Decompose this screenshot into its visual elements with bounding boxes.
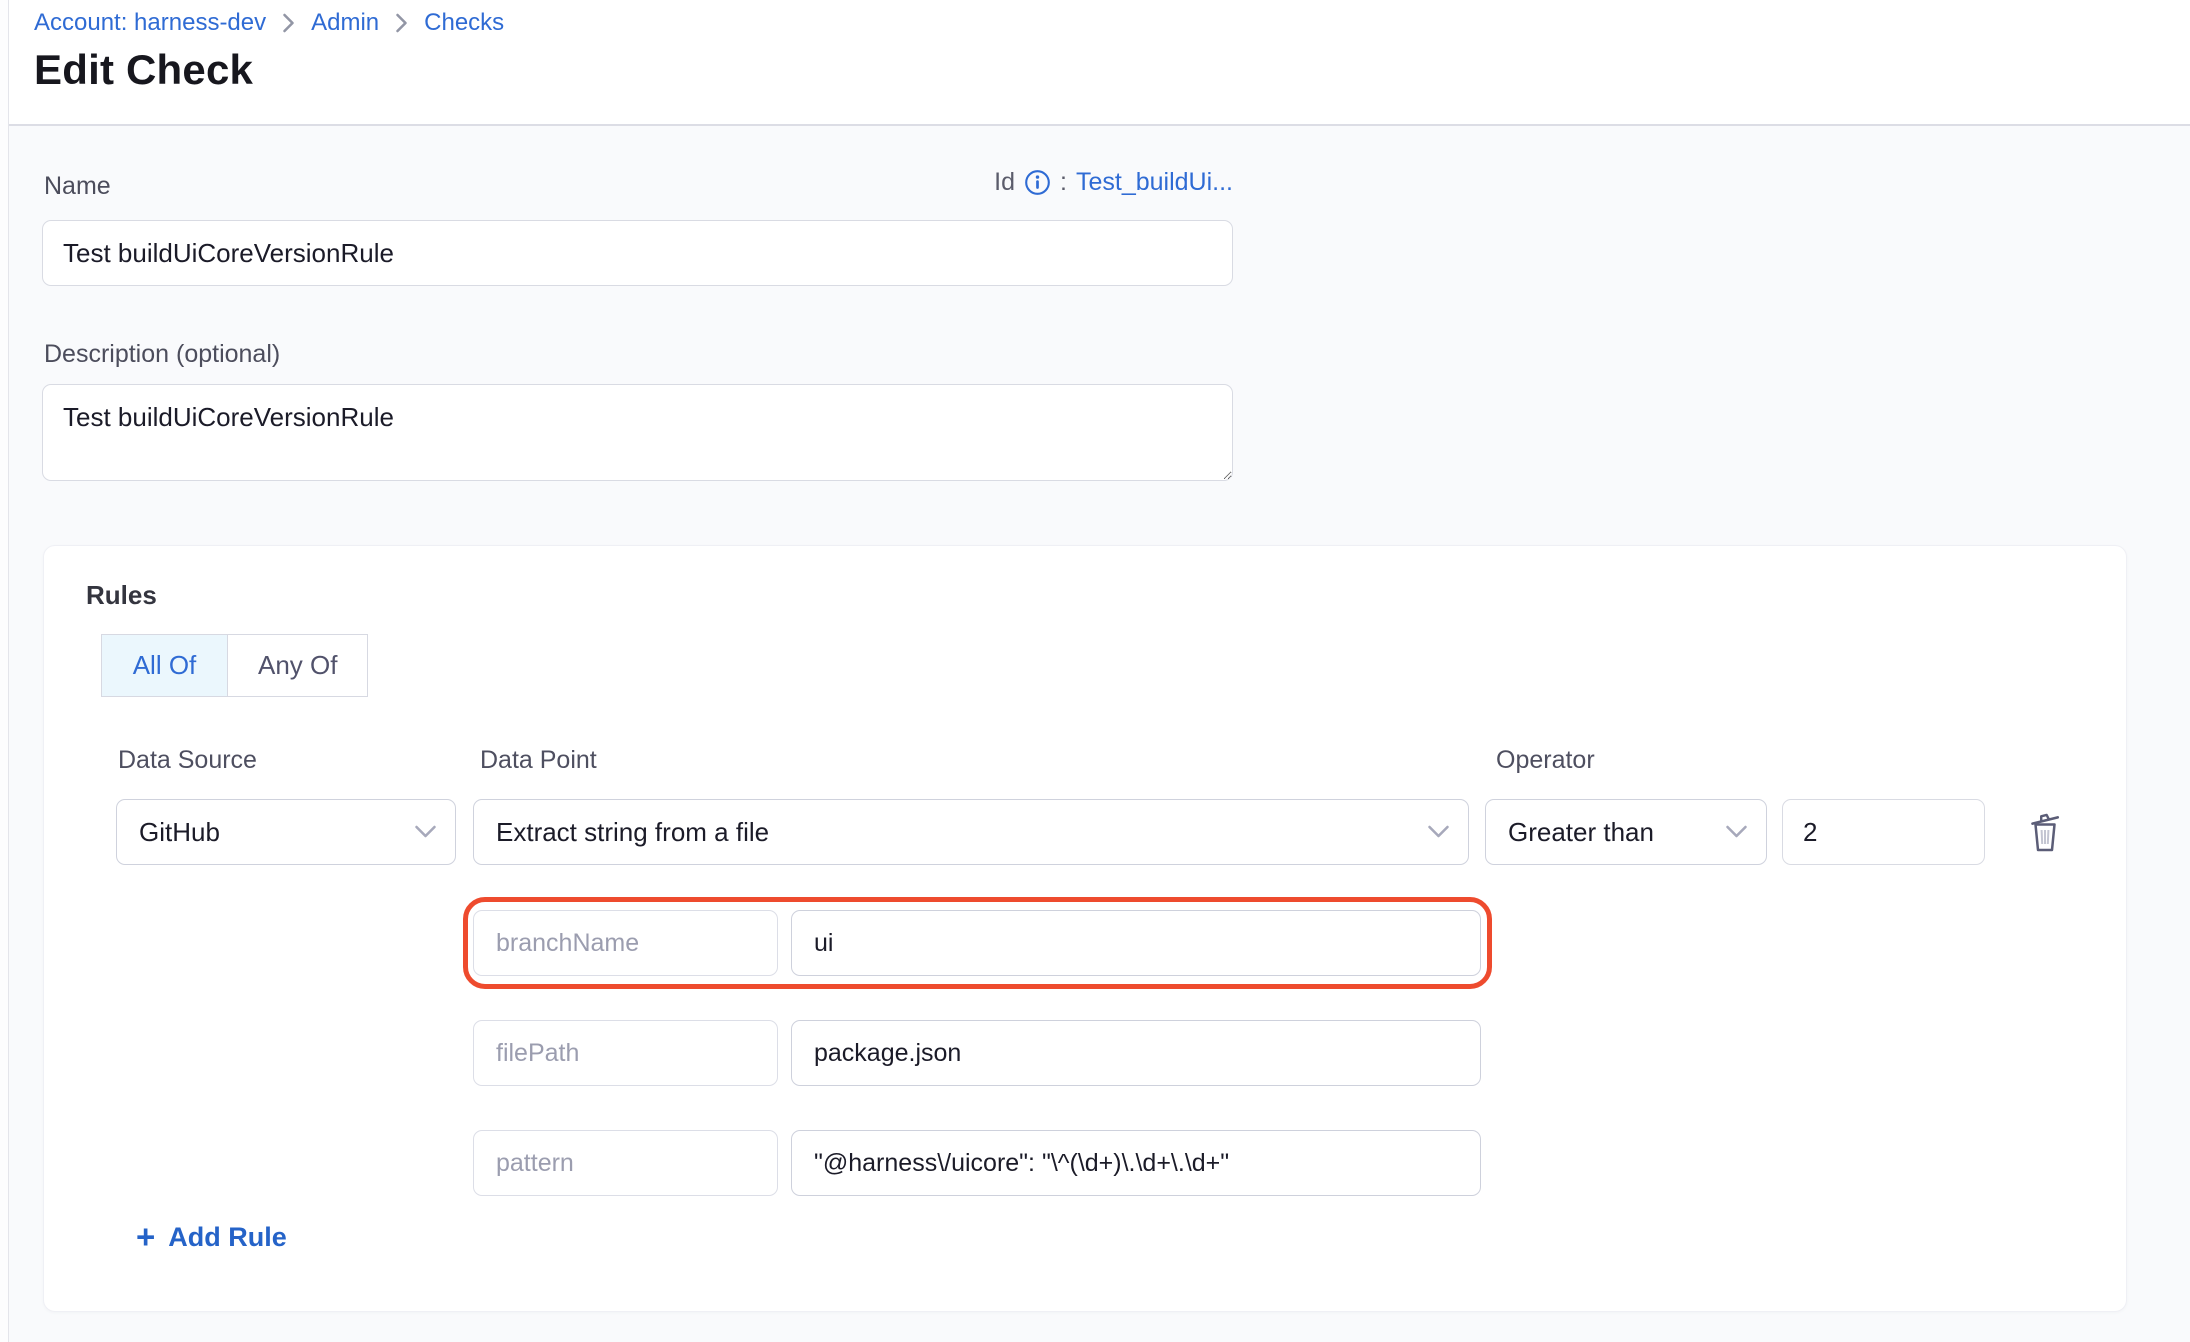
- name-input[interactable]: [42, 220, 1233, 286]
- id-row: Id : Test_buildUi...: [994, 168, 1233, 197]
- info-icon[interactable]: [1024, 169, 1051, 196]
- operator-value-input[interactable]: [1782, 799, 1985, 865]
- chevron-right-separator-icon: [395, 12, 408, 34]
- plus-icon: +: [136, 1220, 155, 1253]
- pattern-key-box: pattern: [473, 1130, 778, 1196]
- chevron-down-icon: [1427, 825, 1450, 840]
- name-label: Name: [44, 172, 111, 201]
- id-colon: :: [1060, 168, 1067, 197]
- page-title: Edit Check: [34, 46, 253, 94]
- trash-icon: [2026, 810, 2064, 854]
- data-source-select[interactable]: GitHub: [116, 799, 456, 865]
- left-gutter: [0, 0, 9, 1342]
- branch-name-value-input[interactable]: [791, 910, 1481, 976]
- add-rule-label: Add Rule: [168, 1222, 287, 1253]
- rules-title: Rules: [86, 580, 157, 611]
- rules-panel: Rules All Of Any Of Data Source Data Poi…: [43, 545, 2127, 1312]
- pattern-value-input[interactable]: [791, 1130, 1481, 1196]
- check-id-link[interactable]: Test_buildUi...: [1076, 168, 1233, 197]
- add-rule-button[interactable]: + Add Rule: [136, 1222, 287, 1253]
- operator-selected-value: Greater than: [1508, 817, 1654, 848]
- chevron-down-icon: [1725, 825, 1748, 840]
- file-path-value-input[interactable]: [791, 1020, 1481, 1086]
- breadcrumb: Account: harness-dev Admin Checks: [34, 9, 504, 37]
- id-label: Id: [994, 168, 1015, 197]
- breadcrumb-checks-link[interactable]: Checks: [424, 9, 504, 37]
- file-path-key-box: filePath: [473, 1020, 778, 1086]
- description-label: Description (optional): [44, 340, 280, 369]
- all-of-toggle-button[interactable]: All Of: [101, 634, 228, 697]
- data-point-select[interactable]: Extract string from a file: [473, 799, 1469, 865]
- description-textarea[interactable]: Test buildUiCoreVersionRule: [42, 384, 1233, 481]
- delete-rule-button[interactable]: [2019, 804, 2071, 860]
- page-header: Account: harness-dev Admin Checks Edit C…: [9, 0, 2190, 126]
- rules-match-toggle: All Of Any Of: [101, 634, 368, 697]
- chevron-down-icon: [414, 825, 437, 840]
- branch-name-key-box: branchName: [473, 910, 778, 976]
- data-point-column-label: Data Point: [480, 746, 597, 775]
- operator-column-label: Operator: [1496, 746, 1595, 775]
- breadcrumb-account-link[interactable]: Account: harness-dev: [34, 9, 266, 37]
- any-of-toggle-button[interactable]: Any Of: [228, 634, 368, 697]
- breadcrumb-admin-link[interactable]: Admin: [311, 9, 379, 37]
- operator-select[interactable]: Greater than: [1485, 799, 1767, 865]
- chevron-right-separator-icon: [282, 12, 295, 34]
- data-point-selected-value: Extract string from a file: [496, 817, 769, 848]
- data-source-column-label: Data Source: [118, 746, 257, 775]
- data-source-selected-value: GitHub: [139, 817, 220, 848]
